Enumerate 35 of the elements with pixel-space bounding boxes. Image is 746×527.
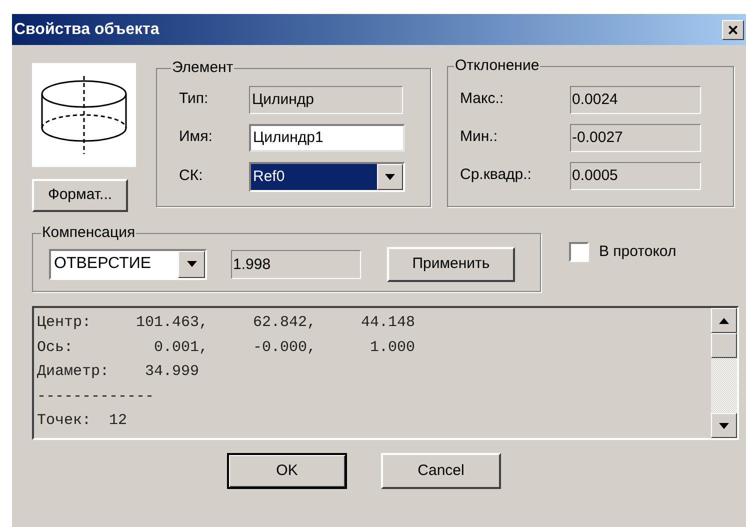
report-line: ------------- [37,386,156,406]
group-title: Отклонение [454,56,540,76]
field-label: СК: [179,166,204,186]
window-title: Свойства объекта [14,20,160,40]
scroll-thumb[interactable] [711,333,737,358]
format-button[interactable]: Формат... [32,179,128,212]
protocol-checkbox[interactable]: В протокол [569,240,676,264]
field-label: Имя: [179,127,214,148]
report-line: Диаметр: 34.999 [37,362,200,382]
value-field: 0.0005 [570,162,701,190]
mode-dropdown[interactable]: ОТВЕРСТИЕ [49,248,207,280]
cancel-button[interactable]: Cancel [381,453,501,489]
value-field: -0.0027 [570,124,701,152]
field-label: Мин.: [460,127,498,148]
value-field: 0.0024 [570,86,701,114]
apply-button[interactable]: Применить [387,246,515,282]
report-line: Центр: 101.463, 62.842, 44.148 [37,313,416,333]
scroll-up-icon[interactable] [711,308,737,333]
field-label: Макс.: [460,89,505,110]
type-field: Цилиндр [249,86,403,114]
field-label: Ср.квадр.: [460,165,532,186]
scroll-down-icon[interactable] [711,413,737,438]
field-label: Тип: [179,89,210,110]
report-line: Ось: 0.001, -0.000, 1.000 [37,338,416,358]
coordinate-system-dropdown[interactable]: Ref0 [249,162,405,192]
report-line: Точек: 12 [37,411,128,431]
ok-button[interactable]: OK [227,453,347,489]
group-title: Компенсация [41,223,136,243]
name-field[interactable]: Цилиндр1 [249,124,405,152]
close-button[interactable]: × [722,20,744,40]
value-field[interactable]: 1.998 [231,250,361,278]
scrollbar[interactable] [711,308,737,438]
cylinder-icon [41,76,127,154]
checkbox[interactable] [569,242,589,262]
group-title: Элемент [171,58,234,78]
